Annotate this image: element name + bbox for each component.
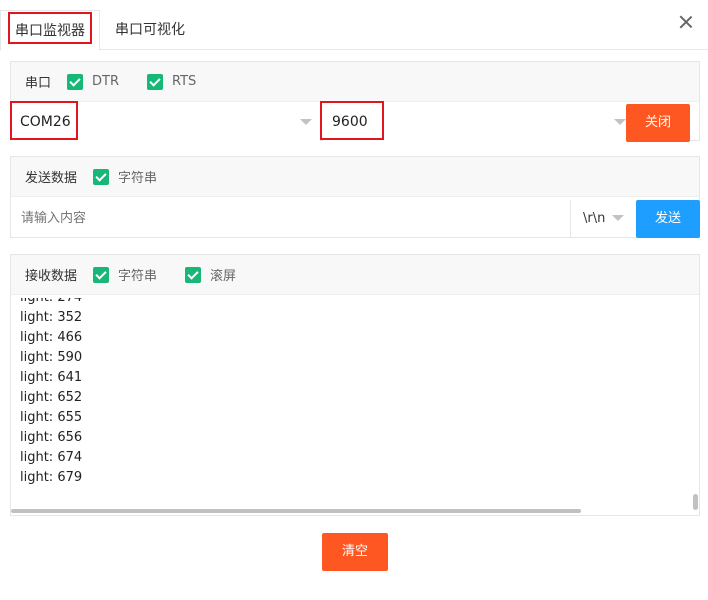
horizontal-scrollbar[interactable] xyxy=(11,507,691,515)
serial-panel-header: 串口 DTR RTS xyxy=(11,62,699,102)
port-select[interactable]: COM26 xyxy=(11,103,321,141)
serial-title: 串口 xyxy=(25,76,52,91)
scrollbar-thumb[interactable] xyxy=(693,494,698,510)
output-line: light: 679 xyxy=(20,470,83,485)
checkmark-icon xyxy=(147,73,163,90)
output-line: light: 641 xyxy=(20,370,83,385)
send-title: 发送数据 xyxy=(25,171,78,186)
output-line: light: 274 xyxy=(11,298,82,308)
receive-panel-header: 接收数据 字符串 滚屏 xyxy=(11,255,699,295)
receive-lines: light: 274 light: 352 light: 466 light: … xyxy=(11,298,82,488)
send-string-checkbox[interactable]: 字符串 xyxy=(93,167,157,186)
scrollbar-thumb[interactable] xyxy=(11,509,581,513)
send-string-label: 字符串 xyxy=(118,171,158,186)
autoscroll-checkbox[interactable]: 滚屏 xyxy=(185,265,236,284)
checkmark-icon xyxy=(185,266,202,283)
send-panel: 发送数据 字符串 请输入内容 \r\n xyxy=(10,156,700,238)
dtr-checkbox[interactable]: DTR xyxy=(67,73,119,90)
output-line: light: 590 xyxy=(20,350,83,365)
output-line: light: 352 xyxy=(20,310,83,325)
output-line: light: 466 xyxy=(20,330,83,345)
clear-button[interactable]: 清空 xyxy=(322,533,388,571)
baud-select[interactable]: 9600 xyxy=(323,103,634,141)
port-value: COM26 xyxy=(20,114,71,130)
checkmark-icon xyxy=(93,266,110,283)
receive-output[interactable]: light: 274 light: 352 light: 466 light: … xyxy=(11,298,699,515)
chevron-down-icon xyxy=(614,119,626,125)
autoscroll-label: 滚屏 xyxy=(210,269,237,284)
chevron-down-icon xyxy=(300,119,312,125)
serial-monitor-dialog: 串口监视器 串口可视化 串口 DTR RTS COM26 9600 关闭 发送数… xyxy=(0,0,708,600)
output-line: light: 674 xyxy=(20,450,83,465)
close-icon[interactable] xyxy=(678,14,694,30)
output-line: light: 656 xyxy=(20,430,83,445)
checkmark-icon xyxy=(93,168,110,185)
tab-serial-monitor[interactable]: 串口监视器 xyxy=(0,10,100,51)
output-line: light: 655 xyxy=(20,410,83,425)
close-port-button[interactable]: 关闭 xyxy=(626,104,690,142)
serial-panel: 串口 DTR RTS COM26 9600 xyxy=(10,61,700,141)
send-panel-header: 发送数据 字符串 xyxy=(11,157,699,197)
receive-string-label: 字符串 xyxy=(118,269,158,284)
receive-panel: 接收数据 字符串 滚屏 light: 274 light: 352 light:… xyxy=(10,254,700,516)
tab-bar: 串口监视器 串口可视化 xyxy=(0,0,708,51)
line-ending-value: \r\n xyxy=(583,211,606,226)
send-input[interactable]: 请输入内容 xyxy=(11,200,571,237)
send-button[interactable]: 发送 xyxy=(636,200,700,238)
rts-checkbox[interactable]: RTS xyxy=(147,73,197,90)
receive-title: 接收数据 xyxy=(25,269,78,284)
dtr-label: DTR xyxy=(92,74,119,89)
checkmark-icon xyxy=(67,73,84,90)
rts-label: RTS xyxy=(172,74,197,89)
output-line: light: 652 xyxy=(20,390,83,405)
line-ending-select[interactable]: \r\n xyxy=(572,200,634,237)
chevron-down-icon xyxy=(612,215,624,221)
vertical-scrollbar[interactable] xyxy=(691,298,699,515)
receive-string-checkbox[interactable]: 字符串 xyxy=(93,265,157,284)
baud-value: 9600 xyxy=(332,114,368,130)
tab-serial-visualization[interactable]: 串口可视化 xyxy=(107,10,193,50)
